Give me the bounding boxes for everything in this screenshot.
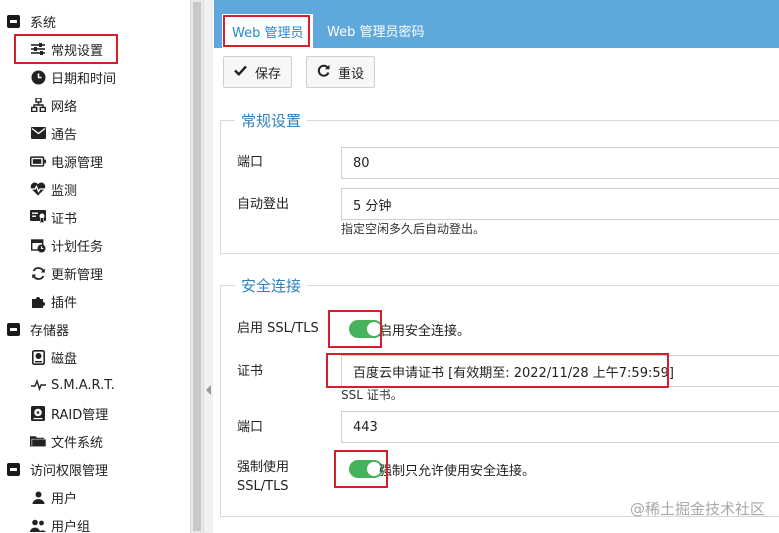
sidebar-item-label: 电源管理: [51, 155, 104, 171]
sidebar-item-update-management[interactable]: 更新管理: [0, 261, 103, 285]
highlight-box: [334, 450, 388, 488]
sidebar-item-power[interactable]: 电源管理: [0, 149, 103, 173]
sidebar-item-label: S.M.A.R.T.: [51, 377, 115, 393]
certificate-hint: SSL 证书。: [341, 388, 403, 402]
sidebar-group-label: 访问权限管理: [30, 463, 109, 479]
users-icon: [30, 517, 46, 533]
collapse-icon[interactable]: [5, 321, 21, 337]
sidebar-item-label: 通告: [51, 127, 78, 143]
check-icon: [234, 65, 247, 80]
tab-web-admin-password[interactable]: Web 管理员密码: [317, 12, 434, 48]
sidebar-item-label: 磁盘: [51, 351, 78, 367]
sidebar-item-groups[interactable]: 用户组: [0, 513, 90, 533]
folder-icon: [30, 433, 46, 449]
reset-icon: [317, 64, 330, 81]
panel-splitter[interactable]: [203, 0, 213, 533]
ssl-port-label: 端口: [237, 420, 264, 435]
force-ssl-toggle-text: 强制只允许使用安全连接。: [379, 464, 536, 479]
highlight-box: [326, 353, 669, 388]
highlight-box: [328, 310, 382, 348]
sidebar-item-plugins[interactable]: 插件: [0, 289, 77, 313]
refresh-icon: [30, 265, 46, 281]
sidebar-item-notification[interactable]: 通告: [0, 121, 77, 145]
general-settings-fieldset: 常规设置 端口 80 自动登出 5 分钟 指定空闲多久后自动登出。: [220, 110, 779, 254]
watermark: @稀土掘金技术社区: [629, 500, 765, 518]
sidebar-item-label: 证书: [51, 211, 78, 227]
general-settings-legend: 常规设置: [235, 110, 308, 131]
certificate-icon: [30, 209, 46, 225]
secure-connection-legend: 安全连接: [235, 275, 308, 296]
heartbeat-icon: [30, 181, 46, 197]
ssl-toggle-text: 启用安全连接。: [379, 324, 471, 339]
sidebar-item-date-time[interactable]: 日期和时间: [0, 65, 116, 89]
sidebar-item-label: 日期和时间: [51, 71, 117, 87]
sidebar-item-smart[interactable]: S.M.A.R.T.: [0, 373, 115, 397]
clock-icon: [30, 69, 46, 85]
port-label: 端口: [237, 155, 264, 170]
sidebar-group-label: 存储器: [30, 323, 70, 339]
sidebar-scrollbar[interactable]: [190, 0, 203, 533]
puzzle-icon: [30, 293, 46, 309]
network-icon: [30, 97, 46, 113]
sidebar-item-certificates[interactable]: 证书: [0, 205, 77, 229]
pulse-icon: [30, 377, 46, 393]
raid-icon: [30, 405, 46, 421]
sidebar-item-file-systems[interactable]: 文件系统: [0, 429, 103, 453]
scrollbar-thumb[interactable]: [193, 2, 201, 531]
sidebar-item-label: 插件: [51, 295, 78, 311]
sidebar-item-monitoring[interactable]: 监测: [0, 177, 77, 201]
user-icon: [30, 489, 46, 505]
auto-logout-select[interactable]: 5 分钟: [341, 188, 779, 220]
sidebar-item-disks[interactable]: 磁盘: [0, 345, 77, 369]
certificate-label: 证书: [237, 364, 264, 379]
sidebar-item-label: 计划任务: [51, 239, 104, 255]
port-input[interactable]: 80: [341, 147, 779, 179]
ssl-port-input[interactable]: 443: [341, 411, 779, 443]
force-ssl-label-line2: SSL/TLS: [237, 479, 289, 494]
collapse-icon[interactable]: [5, 461, 21, 477]
reset-button[interactable]: 重设: [306, 56, 376, 88]
app-root: 系统 常规设置 日期和时间 网络 通告 电源管理 监测 证书 计划任务 更新管理…: [0, 0, 779, 533]
force-ssl-label-line1: 强制使用: [237, 460, 290, 475]
sidebar-item-label: 更新管理: [51, 267, 104, 283]
sidebar-item-label: 用户: [51, 491, 78, 507]
sidebar-group-label: 系统: [30, 15, 57, 31]
save-button[interactable]: 保存: [223, 56, 293, 88]
sidebar-item-raid[interactable]: RAID管理: [0, 401, 108, 425]
save-label: 保存: [255, 66, 282, 82]
sidebar-group-storage[interactable]: 存储器: [0, 317, 69, 341]
collapse-icon[interactable]: [5, 13, 21, 29]
collapse-arrow-icon[interactable]: [206, 385, 211, 395]
sidebar-item-network[interactable]: 网络: [0, 93, 77, 117]
highlight-box: [223, 15, 310, 47]
sidebar-item-scheduled-jobs[interactable]: 计划任务: [0, 233, 103, 257]
reset-label: 重设: [338, 66, 365, 82]
sidebar-item-label: 网络: [51, 99, 78, 115]
disk-icon: [30, 349, 46, 365]
auto-logout-hint: 指定空闲多久后自动登出。: [341, 222, 486, 236]
sidebar-group-system[interactable]: 系统: [0, 9, 56, 33]
sidebar-item-label: RAID管理: [51, 407, 109, 423]
battery-icon: [30, 153, 46, 169]
highlight-box: [14, 34, 118, 64]
sidebar: 系统 常规设置 日期和时间 网络 通告 电源管理 监测 证书 计划任务 更新管理…: [0, 0, 190, 533]
sidebar-item-label: 文件系统: [51, 435, 104, 451]
main-panel: Web 管理员 Web 管理员密码 保存 重设 常规设置 端口 80 自动登出 …: [214, 0, 779, 533]
calendar-clock-icon: [30, 237, 46, 253]
sidebar-group-access-rights[interactable]: 访问权限管理: [0, 457, 108, 481]
secure-connection-fieldset: 安全连接 启用 SSL/TLS 启用安全连接。 证书 百度云申请证书 [有效期至…: [220, 275, 779, 517]
ssl-label: 启用 SSL/TLS: [237, 321, 319, 336]
auto-logout-label: 自动登出: [237, 197, 290, 212]
sidebar-item-label: 用户组: [51, 519, 91, 533]
sidebar-item-users[interactable]: 用户: [0, 485, 77, 509]
sidebar-item-label: 监测: [51, 183, 78, 199]
envelope-icon: [30, 125, 46, 141]
tab-label: Web 管理员密码: [327, 24, 425, 40]
